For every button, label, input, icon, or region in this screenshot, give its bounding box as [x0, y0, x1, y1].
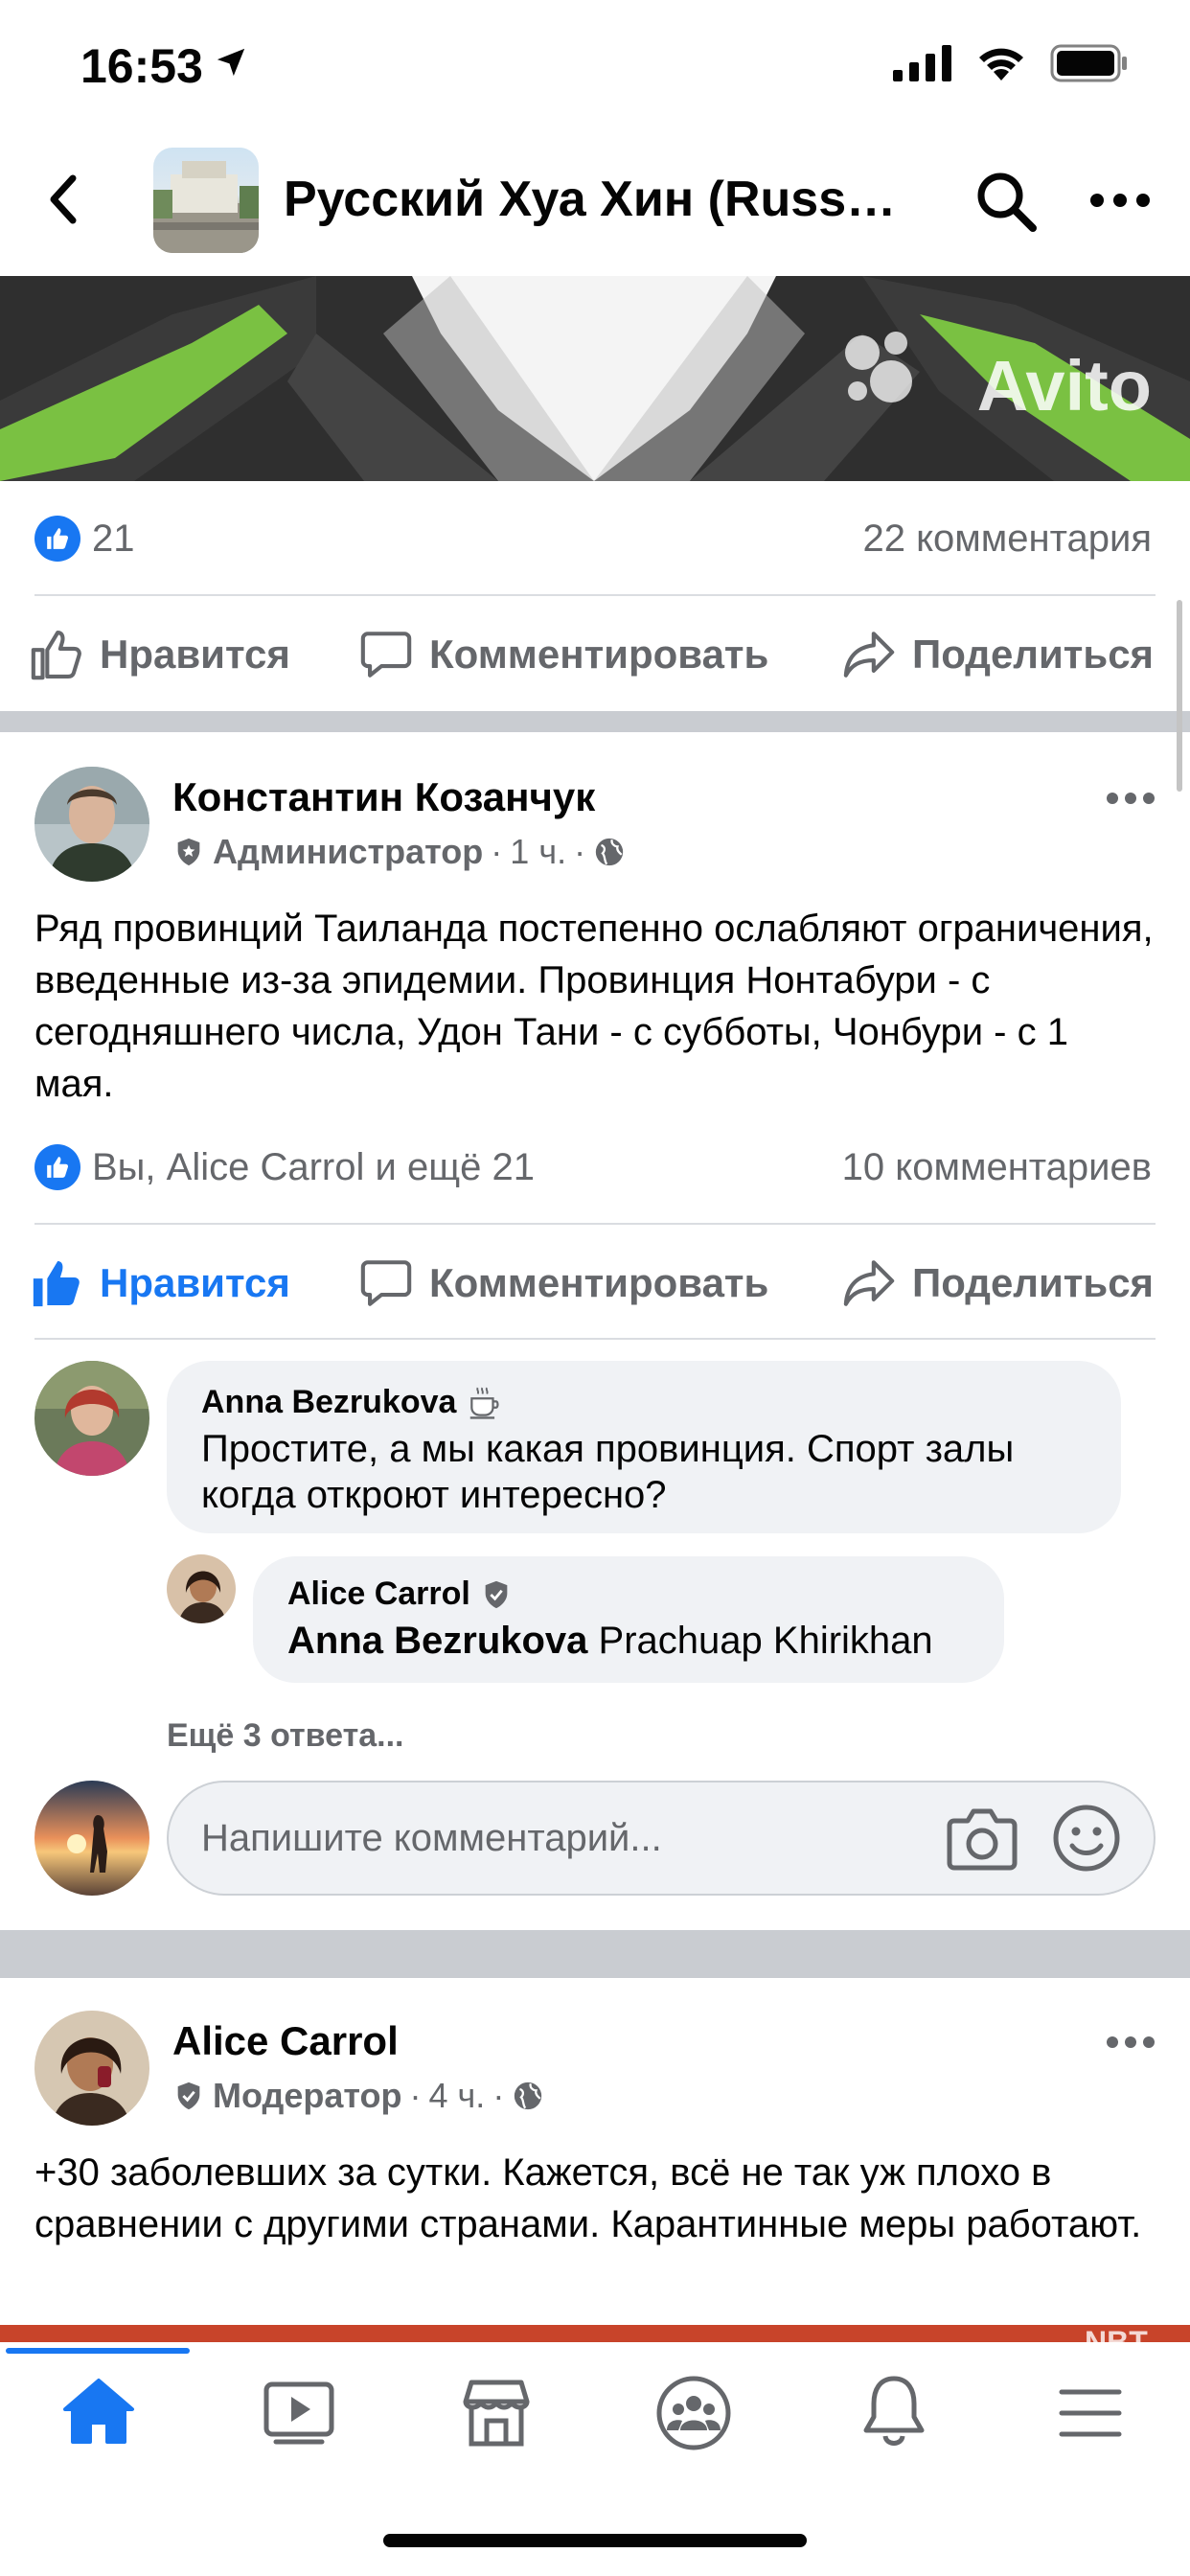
more-options-icon[interactable]	[1088, 192, 1152, 209]
home-indicator[interactable]	[383, 2534, 807, 2547]
author-avatar[interactable]	[34, 2011, 149, 2126]
post-separator	[0, 711, 1190, 732]
home-icon[interactable]	[61, 2377, 136, 2446]
moderator-badge-icon	[480, 1578, 513, 1611]
current-user-avatar	[34, 1781, 149, 1896]
watch-icon[interactable]	[263, 2380, 335, 2448]
share-label: Поделиться	[912, 632, 1155, 677]
meta-dot: ·	[409, 2076, 422, 2115]
comment-icon	[358, 627, 414, 682]
notifications-icon[interactable]	[860, 2373, 927, 2451]
divider	[34, 1223, 1156, 1225]
post-text: Ряд провинций Таиланда постепенно ослабл…	[34, 908, 1154, 1105]
post-author-name[interactable]: Alice Carrol	[172, 2018, 399, 2064]
reply-content: Prachuap Khirikhan	[598, 1620, 933, 1662]
camera-icon[interactable]	[947, 1806, 1018, 1871]
post-meta: Администратор · 1 ч. ·	[172, 832, 626, 872]
post2-comment-button[interactable]: Комментировать	[358, 1255, 768, 1311]
search-icon[interactable]	[973, 169, 1039, 234]
post1-like-button[interactable]: Нравится	[29, 627, 290, 682]
meta-dot: ·	[492, 2076, 505, 2115]
scrollbar[interactable]	[1177, 600, 1182, 792]
share-label: Поделиться	[912, 1260, 1155, 1305]
reply-author[interactable]: Alice Carrol	[287, 1576, 513, 1613]
post-time[interactable]: 1 ч.	[510, 832, 566, 872]
image-watermark: Avito	[976, 346, 1152, 426]
comment-author[interactable]: Anna Bezrukova	[201, 1384, 502, 1421]
post1-share-button[interactable]: Поделиться	[841, 627, 1154, 682]
admin-badge-icon	[172, 836, 205, 868]
meta-dot: ·	[491, 832, 503, 871]
comment-icon	[358, 1255, 414, 1311]
share-icon	[841, 627, 897, 682]
like-label: Нравится	[100, 632, 290, 677]
divider	[34, 1338, 1156, 1340]
post-text: +30 заболевших за сутки. Кажется, всё не…	[34, 2151, 1142, 2245]
location-arrow-icon	[215, 46, 247, 79]
post-role: Администратор	[213, 832, 484, 871]
post-meta: Модератор · 4 ч. ·	[172, 2076, 544, 2116]
moderator-badge-icon	[172, 2080, 205, 2112]
globe-icon	[593, 836, 626, 868]
share-icon	[841, 1255, 897, 1311]
like-reaction-icon	[34, 1144, 80, 1190]
post-options-icon[interactable]	[1106, 792, 1156, 805]
status-indicators	[893, 44, 1129, 82]
post2-comment-count[interactable]: 10 комментариев	[842, 1146, 1152, 1189]
groups-icon[interactable]	[655, 2375, 732, 2451]
post-options-icon[interactable]	[1106, 2036, 1156, 2049]
comment-author-name: Anna Bezrukova	[201, 1384, 457, 1420]
reply-author-name: Alice Carrol	[287, 1576, 470, 1612]
post2-reactions[interactable]: Вы, Alice Carrol и ещё 21	[92, 1146, 535, 1189]
comment-label: Комментировать	[429, 632, 769, 677]
battery-icon	[1050, 44, 1129, 82]
thumbs-up-icon	[29, 1255, 84, 1311]
like-label: Нравится	[100, 1260, 290, 1305]
post2-share-button[interactable]: Поделиться	[841, 1255, 1154, 1311]
divider	[34, 594, 1156, 596]
cellular-signal-icon	[893, 45, 952, 81]
commenter-avatar[interactable]	[34, 1361, 149, 1476]
group-title[interactable]: Русский Хуа Хин (Russi...	[284, 171, 897, 228]
globe-icon	[512, 2080, 544, 2112]
comment-input-placeholder[interactable]: Напишите комментарий...	[201, 1817, 662, 1860]
post2-like-button[interactable]: Нравится	[29, 1255, 290, 1311]
status-time-text: 16:53	[80, 39, 203, 93]
coffee-icon	[466, 1385, 502, 1421]
thumbs-up-icon	[29, 627, 84, 682]
like-reaction-icon	[34, 516, 80, 562]
reply-text: Anna Bezrukova Prachuap Khirikhan	[287, 1618, 933, 1664]
post1-comment-button[interactable]: Комментировать	[358, 627, 768, 682]
comment-text: Простите, а мы какая провинция. Спорт за…	[201, 1428, 1015, 1516]
back-button[interactable]	[44, 171, 92, 228]
status-time: 16:53	[80, 38, 203, 94]
more-replies-link[interactable]: Ещё 3 ответа...	[167, 1717, 403, 1755]
author-avatar[interactable]	[34, 767, 149, 882]
post-separator	[0, 1930, 1190, 1978]
post-role: Модератор	[213, 2076, 402, 2115]
post1-like-count[interactable]: 21	[92, 518, 135, 561]
post1-comment-count[interactable]: 22 комментария	[862, 518, 1152, 561]
wifi-icon	[975, 44, 1027, 82]
replier-avatar[interactable]	[167, 1554, 236, 1623]
marketplace-icon[interactable]	[460, 2377, 533, 2448]
meta-dot: ·	[574, 832, 586, 871]
comment-label: Комментировать	[429, 1260, 769, 1305]
emoji-icon[interactable]	[1052, 1804, 1121, 1873]
reply-mention[interactable]: Anna Bezrukova	[287, 1620, 587, 1662]
post-time[interactable]: 4 ч.	[429, 2076, 486, 2116]
menu-icon[interactable]	[1058, 2386, 1123, 2440]
active-tab-indicator	[6, 2348, 190, 2354]
post-author-name[interactable]: Константин Козанчук	[172, 774, 595, 820]
group-avatar[interactable]	[153, 148, 259, 253]
